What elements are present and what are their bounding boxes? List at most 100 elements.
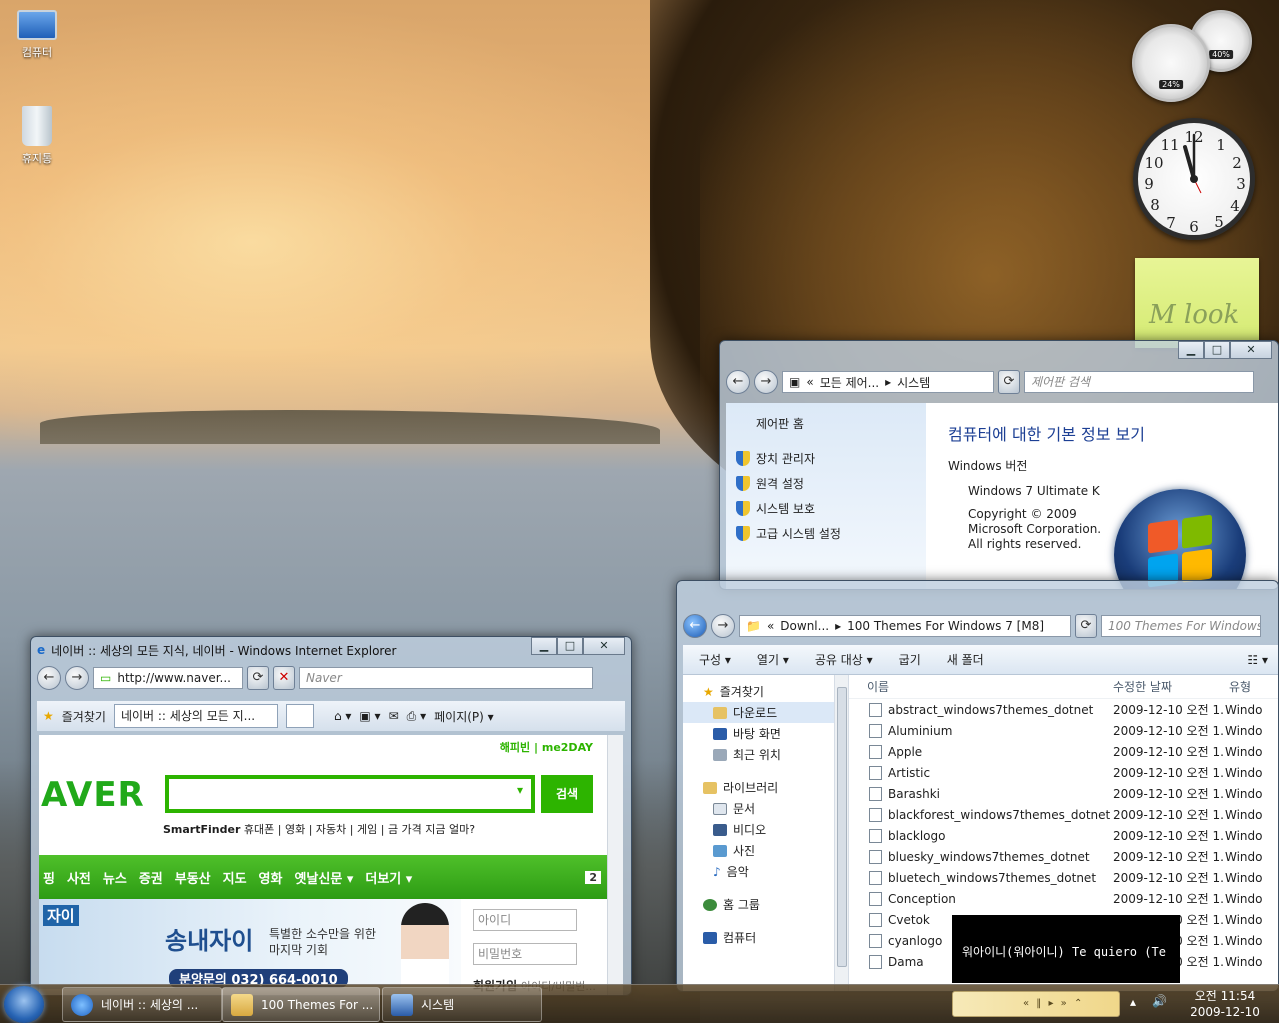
naver-search-input[interactable]: ▾ — [165, 775, 535, 813]
nav-scrollbar[interactable] — [835, 675, 849, 991]
taskbar-item-explorer[interactable]: 100 Themes For ... — [222, 987, 380, 1022]
finder-link[interactable]: 게임 — [357, 823, 377, 836]
taskbar-item-ie[interactable]: 네이버 :: 세상의 ... — [62, 987, 222, 1022]
menu-item[interactable]: 영화 — [259, 868, 283, 887]
breadcrumb-item[interactable]: 시스템 — [897, 374, 930, 391]
file-row[interactable]: Artistic 2009-12-10 오전 1... Windo — [849, 762, 1278, 783]
minimize-button[interactable]: ▁ — [531, 637, 557, 655]
nav-pictures[interactable]: 사진 — [683, 840, 834, 861]
maximize-button[interactable]: □ — [557, 637, 583, 655]
file-row[interactable]: bluesky_windows7themes_dotnet 2009-12-10 … — [849, 846, 1278, 867]
stop-icon[interactable]: ✕ — [273, 666, 295, 690]
finder-link[interactable]: 금 가격 지금 얼마? — [388, 823, 475, 836]
refresh-icon[interactable]: ⟳ — [998, 370, 1020, 394]
home-icon[interactable]: ⌂ ▾ — [334, 709, 351, 723]
print-icon[interactable]: ⎙ ▾ — [407, 709, 426, 724]
desktop-icon-recycle-bin[interactable]: 휴지통 — [2, 106, 72, 166]
volume-icon[interactable]: 🔊 — [1152, 994, 1167, 1008]
menu-item[interactable]: 뉴스 — [103, 868, 127, 887]
burn-button[interactable]: 굽기 — [899, 651, 921, 668]
nav-downloads[interactable]: 다운로드 — [683, 702, 834, 723]
new-folder-button[interactable]: 새 폴더 — [947, 651, 984, 668]
happybean-link[interactable]: 해피빈 — [500, 741, 530, 754]
file-row[interactable]: bluetech_windows7themes_dotnet 2009-12-10… — [849, 867, 1278, 888]
scrollbar-thumb[interactable] — [837, 687, 847, 967]
maximize-button[interactable]: □ — [1204, 341, 1230, 359]
file-row[interactable]: Aluminium 2009-12-10 오전 1... Windo — [849, 720, 1278, 741]
advanced-settings-link[interactable]: 고급 시스템 설정 — [736, 525, 926, 542]
organize-button[interactable]: 구성 ▾ — [699, 651, 731, 668]
ie-search-input[interactable]: Naver — [299, 667, 593, 689]
menu-item[interactable]: 핑 — [43, 868, 55, 887]
file-row[interactable]: blackforest_windows7themes_dotnet 2009-12… — [849, 804, 1278, 825]
explorer-address-bar[interactable]: 📁 « Downl... ▸ 100 Themes For Windows 7 … — [739, 615, 1071, 637]
finder-link[interactable]: 영화 — [285, 823, 305, 836]
refresh-icon[interactable]: ⟳ — [247, 666, 269, 690]
start-button[interactable] — [4, 986, 44, 1023]
column-type[interactable]: 유형 — [1225, 678, 1265, 695]
open-button[interactable]: 열기 ▾ — [757, 651, 789, 668]
ie-scrollbar[interactable] — [607, 735, 623, 995]
nav-documents[interactable]: 문서 — [683, 798, 834, 819]
refresh-icon[interactable]: ⟳ — [1075, 614, 1097, 638]
finder-link[interactable]: 자동차 — [316, 823, 346, 836]
finder-link[interactable]: 휴대폰 — [244, 823, 274, 836]
file-row[interactable]: abstract_windows7themes_dotnet 2009-12-10… — [849, 699, 1278, 720]
back-arrow-icon[interactable]: ← — [37, 666, 61, 690]
taskbar-item-system[interactable]: 시스템 — [382, 987, 542, 1022]
back-arrow-icon[interactable]: ← — [726, 370, 750, 394]
share-button[interactable]: 공유 대상 ▾ — [815, 651, 873, 668]
menu-item[interactable]: 지도 — [223, 868, 247, 887]
column-name[interactable]: 이름 — [849, 678, 1113, 695]
mail-icon[interactable]: ✉ — [389, 709, 399, 723]
control-panel-home-link[interactable]: 제어판 홈 — [736, 415, 926, 432]
naver-search-button[interactable]: 검색 — [541, 775, 593, 813]
ad-banner[interactable]: 자이 송내자이 특별한 소수만을 위한 마지막 기회 분양문의 032) 664… — [39, 899, 461, 989]
remote-settings-link[interactable]: 원격 설정 — [736, 475, 926, 492]
taskbar-clock[interactable]: 오전 11:54 2009-12-10 — [1180, 988, 1270, 1020]
nav-libraries[interactable]: 라이브러리 — [683, 777, 834, 798]
breadcrumb-item[interactable]: Downl... — [780, 619, 829, 633]
feeds-icon[interactable]: ▣ ▾ — [359, 709, 380, 723]
menu-item[interactable]: 옛날신문 ▾ — [294, 868, 353, 887]
file-row[interactable]: Barashki 2009-12-10 오전 1... Windo — [849, 783, 1278, 804]
media-tray-widget[interactable]: « ‖ ▸ » ⌃ — [952, 991, 1120, 1017]
sticky-note-gadget[interactable]: M look — [1135, 258, 1259, 348]
nav-recent-places[interactable]: 최근 위치 — [683, 744, 834, 765]
desktop-icon-computer[interactable]: 컴퓨터 — [2, 10, 72, 60]
id-input[interactable]: 아이디 — [473, 909, 577, 931]
column-date[interactable]: 수정한 날짜 — [1113, 678, 1225, 695]
me2day-link[interactable]: me2DAY — [542, 741, 593, 754]
system-window[interactable]: ▁ □ ✕ ← → ▣ « 모든 제어... ▸ 시스템 ⟳ 제어판 검색 제어… — [719, 340, 1279, 590]
menu-item[interactable]: 부동산 — [175, 868, 211, 887]
favorites-button[interactable]: 즐겨찾기 — [62, 708, 106, 725]
ie-window[interactable]: e 네이버 :: 세상의 모든 지식, 네이버 - Windows Intern… — [30, 636, 632, 996]
menu-item[interactable]: 증권 — [139, 868, 163, 887]
nav-computer[interactable]: 컴퓨터 — [683, 927, 834, 948]
explorer-titlebar[interactable] — [677, 581, 1278, 607]
cpu-meter-gadget[interactable]: 24% — [1132, 24, 1210, 102]
close-button[interactable]: ✕ — [1230, 341, 1272, 359]
close-button[interactable]: ✕ — [583, 637, 625, 655]
password-input[interactable]: 비밀번호 — [473, 943, 577, 965]
breadcrumb-item[interactable]: 모든 제어... — [820, 374, 879, 391]
browser-tab[interactable]: 네이버 :: 세상의 모든 지... — [113, 704, 278, 728]
nav-desktop[interactable]: 바탕 화면 — [683, 723, 834, 744]
page-menu[interactable]: 페이지(P) ▾ — [434, 708, 494, 725]
ie-address-bar[interactable]: ▭ http://www.naver... — [93, 667, 243, 689]
show-hidden-icons[interactable]: ▴ — [1130, 995, 1136, 1009]
view-options-icon[interactable]: ☷ ▾ — [1247, 653, 1268, 667]
file-row[interactable]: Apple 2009-12-10 오전 1... Windo — [849, 741, 1278, 762]
page-badge[interactable]: 2 — [585, 870, 601, 884]
back-arrow-icon[interactable]: ← — [683, 614, 707, 638]
menu-item[interactable]: 사전 — [67, 868, 91, 887]
clock-gadget[interactable]: 12 1 2 3 4 5 6 7 8 9 10 11 — [1133, 118, 1255, 240]
minimize-button[interactable]: ▁ — [1178, 341, 1204, 359]
nav-favorites[interactable]: ★ 즐겨찾기 — [683, 681, 834, 702]
nav-videos[interactable]: 비디오 — [683, 819, 834, 840]
chevron-down-icon[interactable]: ▾ — [517, 783, 523, 797]
nav-homegroup[interactable]: 홈 그룹 — [683, 894, 834, 915]
naver-logo[interactable]: AVER — [41, 775, 145, 815]
file-row[interactable]: blacklogo 2009-12-10 오전 1... Windo — [849, 825, 1278, 846]
explorer-search-input[interactable]: 100 Themes For Windows 7 [M — [1101, 615, 1261, 637]
